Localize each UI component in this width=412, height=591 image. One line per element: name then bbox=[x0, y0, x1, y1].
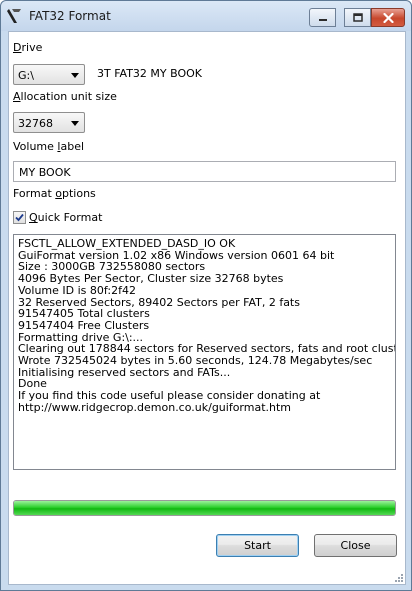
maximize-icon bbox=[352, 13, 363, 22]
chevron-down-icon bbox=[71, 121, 79, 126]
drive-label: Drive bbox=[13, 41, 43, 54]
fat32format-app-icon bbox=[7, 9, 21, 23]
log-line: Initialising reserved sectors and FATs..… bbox=[18, 365, 231, 379]
close-icon bbox=[382, 12, 394, 23]
quick-format-label[interactable]: Quick Format bbox=[29, 211, 102, 224]
drive-select[interactable]: G:\ bbox=[13, 64, 85, 85]
log-line: 91547404 Free Clusters bbox=[18, 318, 150, 332]
allocation-unit-select[interactable]: 32768 bbox=[13, 112, 85, 133]
checkmark-icon bbox=[15, 213, 24, 222]
close-window-button[interactable] bbox=[371, 8, 405, 27]
volume-label-value: MY BOOK bbox=[19, 166, 71, 179]
dialog-client-area: Drive G:\ 3T FAT32 MY BOOK Allocation un… bbox=[8, 31, 406, 585]
close-button[interactable]: Close bbox=[314, 534, 397, 557]
minimize-icon bbox=[318, 18, 327, 21]
log-line: FSCTL_ALLOW_EXTENDED_DASD_IO OK bbox=[18, 237, 236, 250]
resize-grip-icon[interactable] bbox=[394, 573, 404, 583]
fat32-format-window: FAT32 Format Drive G:\ 3T FAT32 MY BOOK … bbox=[0, 0, 412, 591]
quick-format-checkbox[interactable] bbox=[13, 211, 26, 224]
log-line: http://www.ridgecrop.demon.co.uk/guiform… bbox=[18, 400, 292, 414]
minimize-button[interactable] bbox=[309, 8, 336, 27]
allocation-unit-label: Allocation unit size bbox=[13, 90, 117, 103]
volume-label-label: Volume label bbox=[13, 140, 85, 153]
maximize-button[interactable] bbox=[344, 8, 371, 27]
start-button[interactable]: Start bbox=[216, 534, 299, 557]
output-log[interactable]: FSCTL_ALLOW_EXTENDED_DASD_IO OK GuiForma… bbox=[13, 234, 396, 470]
log-line: Volume ID is 80f:2f42 bbox=[18, 283, 136, 297]
format-progress-bar bbox=[13, 500, 396, 516]
progress-fill bbox=[14, 501, 395, 515]
window-title: FAT32 Format bbox=[29, 9, 111, 23]
drive-description: 3T FAT32 MY BOOK bbox=[97, 67, 203, 80]
allocation-unit-value: 32768 bbox=[18, 117, 53, 130]
title-bar[interactable]: FAT32 Format bbox=[1, 1, 411, 31]
volume-label-input[interactable]: MY BOOK bbox=[13, 161, 396, 182]
drive-select-value: G:\ bbox=[18, 69, 34, 82]
log-line: Wrote 732545024 bytes in 5.60 seconds, 1… bbox=[18, 354, 373, 368]
format-options-label: Format options bbox=[13, 187, 96, 200]
chevron-down-icon bbox=[71, 73, 79, 78]
